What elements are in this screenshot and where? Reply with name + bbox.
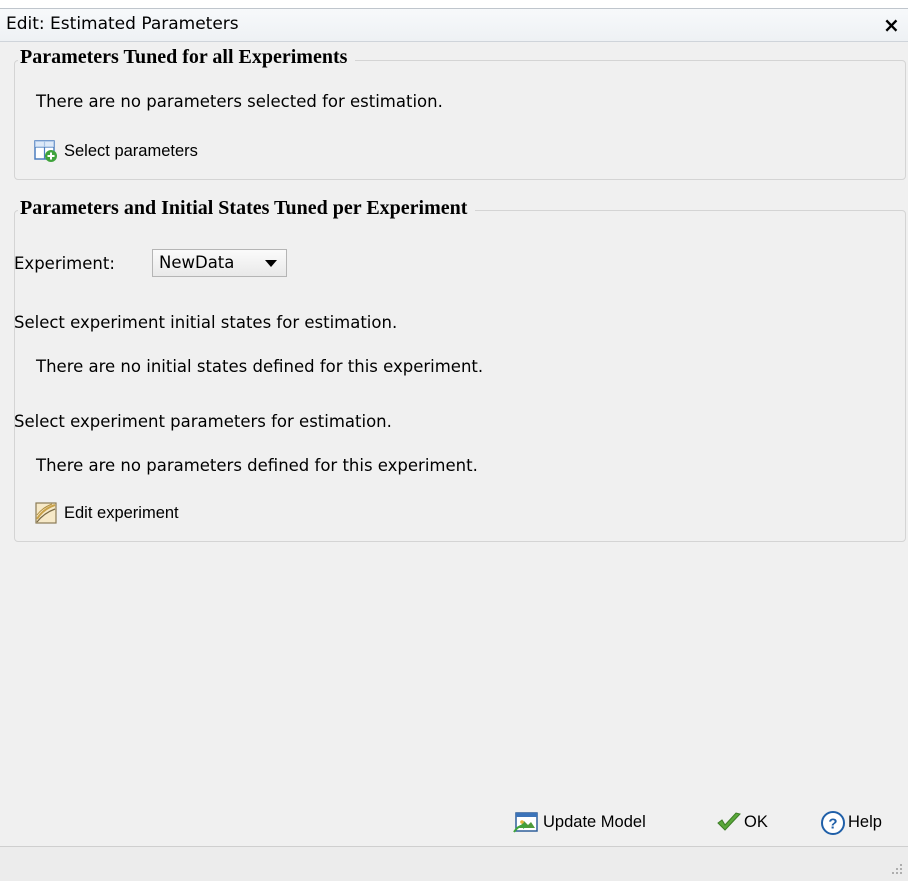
experiment-label: Experiment: [14, 254, 115, 273]
experiment-parameters-prompt: Select experiment parameters for estimat… [14, 412, 392, 431]
help-icon: ? [820, 810, 845, 835]
no-parameters-message: There are no parameters selected for est… [36, 92, 443, 111]
per-experiment-panel [14, 210, 906, 542]
ok-button[interactable]: OK [716, 810, 768, 834]
edit-experiment-icon [34, 501, 58, 525]
dropdown-arrow-icon [265, 260, 277, 267]
select-parameters-button[interactable]: Select parameters [34, 139, 198, 163]
global-parameters-heading: Parameters Tuned for all Experiments [18, 46, 356, 69]
no-experiment-parameters-message: There are no parameters defined for this… [36, 456, 478, 475]
dialog-titlebar: Edit: Estimated Parameters × [0, 9, 908, 42]
experiment-selected-value: NewData [159, 253, 235, 272]
select-parameters-label: Select parameters [64, 141, 198, 160]
no-initial-states-message: There are no initial states defined for … [36, 357, 484, 376]
experiment-dropdown[interactable]: NewData [152, 249, 287, 277]
initial-states-prompt: Select experiment initial states for est… [14, 313, 398, 332]
checkmark-icon [716, 810, 741, 834]
update-model-icon [513, 810, 538, 834]
update-model-label: Update Model [543, 812, 646, 831]
select-parameters-icon [34, 139, 58, 163]
svg-text:?: ? [828, 816, 837, 833]
ok-label: OK [744, 812, 768, 831]
close-button[interactable]: × [883, 13, 900, 37]
resize-grip-icon[interactable] [888, 861, 904, 877]
edit-experiment-label: Edit experiment [64, 503, 179, 522]
update-model-button[interactable]: Update Model [513, 810, 646, 834]
status-bar [0, 846, 908, 881]
dialog-title: Edit: Estimated Parameters [6, 14, 239, 34]
help-button[interactable]: ? Help [820, 810, 882, 835]
per-experiment-heading: Parameters and Initial States Tuned per … [18, 197, 476, 220]
help-label: Help [848, 812, 882, 831]
edit-experiment-button[interactable]: Edit experiment [34, 501, 179, 525]
